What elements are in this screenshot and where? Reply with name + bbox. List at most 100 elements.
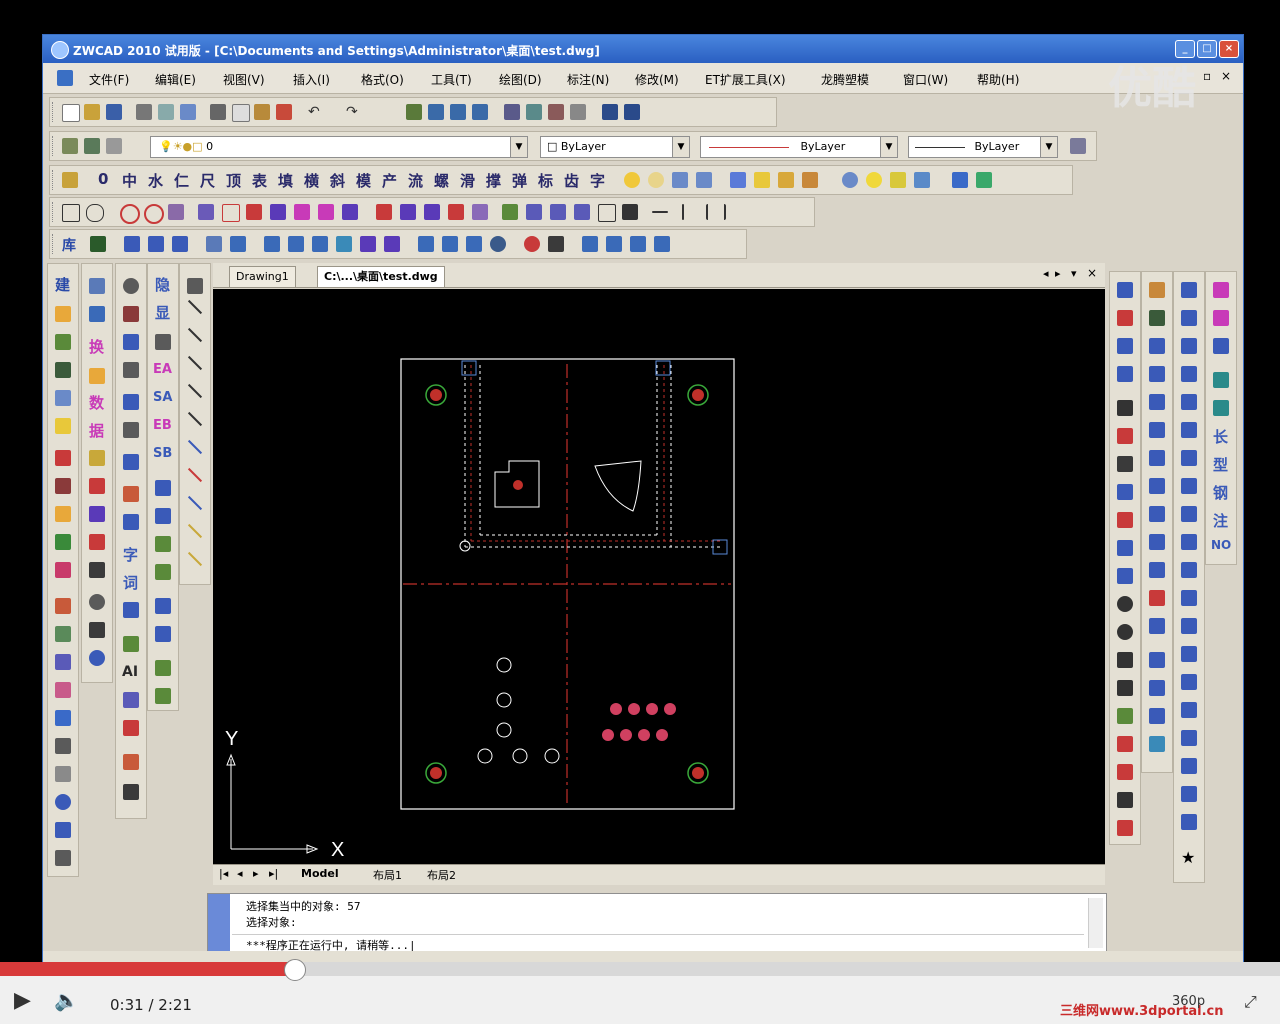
node-icon[interactable] xyxy=(55,738,71,754)
slider-icon[interactable] xyxy=(442,236,458,252)
dim-horizontal-icon[interactable] xyxy=(1117,400,1133,416)
dim-space-icon[interactable] xyxy=(1117,680,1133,696)
box-icon[interactable] xyxy=(222,204,240,222)
fork-four-icon[interactable] xyxy=(155,688,171,704)
fork-three-icon[interactable] xyxy=(155,660,171,676)
tool-n-icon[interactable] xyxy=(1149,652,1165,668)
menu-longteng-mold[interactable]: 龙腾塑模 xyxy=(821,71,869,88)
library-icon[interactable]: 库 xyxy=(62,235,76,255)
drawing-canvas[interactable]: Y X xyxy=(213,289,1105,864)
layer-walk-icon[interactable] xyxy=(802,172,818,188)
column-two-icon[interactable] xyxy=(123,602,139,618)
square-icon[interactable] xyxy=(598,204,616,222)
book-icon[interactable] xyxy=(90,236,106,252)
dim-leader-icon[interactable] xyxy=(1117,540,1133,556)
bolt-icon[interactable] xyxy=(270,204,286,220)
char-tool-7[interactable]: 填 xyxy=(278,170,293,191)
zoom-previous-icon[interactable] xyxy=(472,104,488,120)
chevron-down-icon[interactable]: ▼ xyxy=(672,137,689,157)
mold-l-icon[interactable] xyxy=(1181,590,1197,606)
mold-t-icon[interactable] xyxy=(1181,814,1197,830)
scatter-icon[interactable] xyxy=(55,654,71,670)
palette-label-hide[interactable]: 隐 xyxy=(155,274,170,295)
search-circle-icon[interactable] xyxy=(123,278,139,294)
mold-e-icon[interactable] xyxy=(1181,394,1197,410)
rectangle-icon[interactable] xyxy=(62,204,80,222)
steel-c-icon[interactable] xyxy=(1213,338,1229,354)
tag-icon[interactable] xyxy=(89,534,105,550)
fork-icon[interactable] xyxy=(155,598,171,614)
char-tool-13[interactable]: 螺 xyxy=(434,170,449,191)
line-tool-6[interactable] xyxy=(187,439,203,455)
arrow-up-icon[interactable] xyxy=(424,204,440,220)
menu-window[interactable]: 窗口(W) xyxy=(903,71,948,88)
dots-icon[interactable] xyxy=(55,682,71,698)
tool-b-icon[interactable] xyxy=(1149,310,1165,326)
layer-lock-icon[interactable] xyxy=(696,172,712,188)
layer-delete-icon[interactable] xyxy=(914,172,930,188)
layer-thaw-icon[interactable] xyxy=(866,172,882,188)
design-center-icon[interactable] xyxy=(526,104,542,120)
save-red-icon[interactable] xyxy=(55,562,71,578)
doc-restore-icon[interactable]: ▫ xyxy=(1203,69,1211,83)
pin-icon[interactable] xyxy=(376,204,392,220)
guide-pin-icon[interactable] xyxy=(230,236,246,252)
dim-jog-icon[interactable] xyxy=(1117,652,1133,668)
dim-inspect-icon[interactable] xyxy=(1117,736,1133,752)
warning-icon[interactable] xyxy=(123,394,139,410)
tool-j-icon[interactable] xyxy=(1149,534,1165,550)
palette-label-eb[interactable]: EB xyxy=(153,418,172,433)
close-button[interactable]: × xyxy=(1219,40,1239,58)
menu-help[interactable]: 帮助(H) xyxy=(977,71,1019,88)
steel-e-icon[interactable] xyxy=(1213,400,1229,416)
cooling-icon[interactable] xyxy=(336,236,352,252)
publish-icon[interactable] xyxy=(180,104,196,120)
mold-c-icon[interactable] xyxy=(1181,338,1197,354)
tool-p-icon[interactable] xyxy=(1149,708,1165,724)
mold-j-icon[interactable] xyxy=(1181,534,1197,550)
line-tool-2[interactable] xyxy=(187,327,203,343)
command-window-grip[interactable] xyxy=(208,894,230,952)
support-icon[interactable] xyxy=(548,236,564,252)
toolbar-grip[interactable] xyxy=(52,202,56,222)
char-tool-4[interactable]: 尺 xyxy=(200,170,215,191)
puzzle-icon[interactable] xyxy=(55,850,71,866)
format-icon[interactable] xyxy=(123,754,139,770)
lineweight-dropdown[interactable]: ByLayer ▼ xyxy=(908,136,1058,158)
char-tool-2[interactable]: 水 xyxy=(148,170,163,191)
mold-r-icon[interactable] xyxy=(1181,758,1197,774)
layer-previous-icon[interactable] xyxy=(84,138,100,154)
line-tool-3[interactable] xyxy=(187,355,203,371)
menu-draw[interactable]: 绘图(D) xyxy=(499,71,542,88)
dim-arc-icon[interactable] xyxy=(1117,624,1133,640)
quality-selector[interactable]: 360p xyxy=(1172,994,1205,1009)
star-icon[interactable]: ★ xyxy=(1181,848,1195,867)
pen-icon[interactable] xyxy=(55,362,71,378)
tool-palettes-icon[interactable] xyxy=(548,104,564,120)
tab-scroll-right-icon[interactable]: ▸ xyxy=(1055,267,1061,280)
filter-icon[interactable] xyxy=(123,454,139,470)
menu-modify[interactable]: 修改(M) xyxy=(635,71,679,88)
tool-i-icon[interactable] xyxy=(1149,506,1165,522)
menu-tools[interactable]: 工具(T) xyxy=(431,71,472,88)
paste-icon[interactable] xyxy=(254,104,270,120)
mold-g-icon[interactable] xyxy=(1181,450,1197,466)
progress-scrubber[interactable] xyxy=(284,959,307,981)
stack-icon[interactable] xyxy=(360,236,376,252)
copy-blocks-icon[interactable] xyxy=(89,306,105,322)
layers-icon[interactable] xyxy=(89,450,105,466)
lifter-icon[interactable] xyxy=(466,236,482,252)
mouse-icon[interactable] xyxy=(89,622,105,638)
open-icon[interactable] xyxy=(84,104,100,120)
play-icon[interactable]: ▶ xyxy=(14,988,31,1013)
char-tool-12[interactable]: 流 xyxy=(408,170,423,191)
dim-aligned-icon[interactable] xyxy=(1117,310,1133,326)
tab-layout1[interactable]: 布局1 xyxy=(373,867,402,883)
palette-label-word[interactable]: 词 xyxy=(123,572,138,593)
dim-update-icon[interactable] xyxy=(1117,820,1133,836)
ejector-pin-icon[interactable] xyxy=(124,236,140,252)
layout-nav-next-icon[interactable]: ▸ xyxy=(253,867,259,880)
chart-icon[interactable] xyxy=(294,204,310,220)
mold-h-icon[interactable] xyxy=(1181,478,1197,494)
curve-icon[interactable] xyxy=(550,204,566,220)
